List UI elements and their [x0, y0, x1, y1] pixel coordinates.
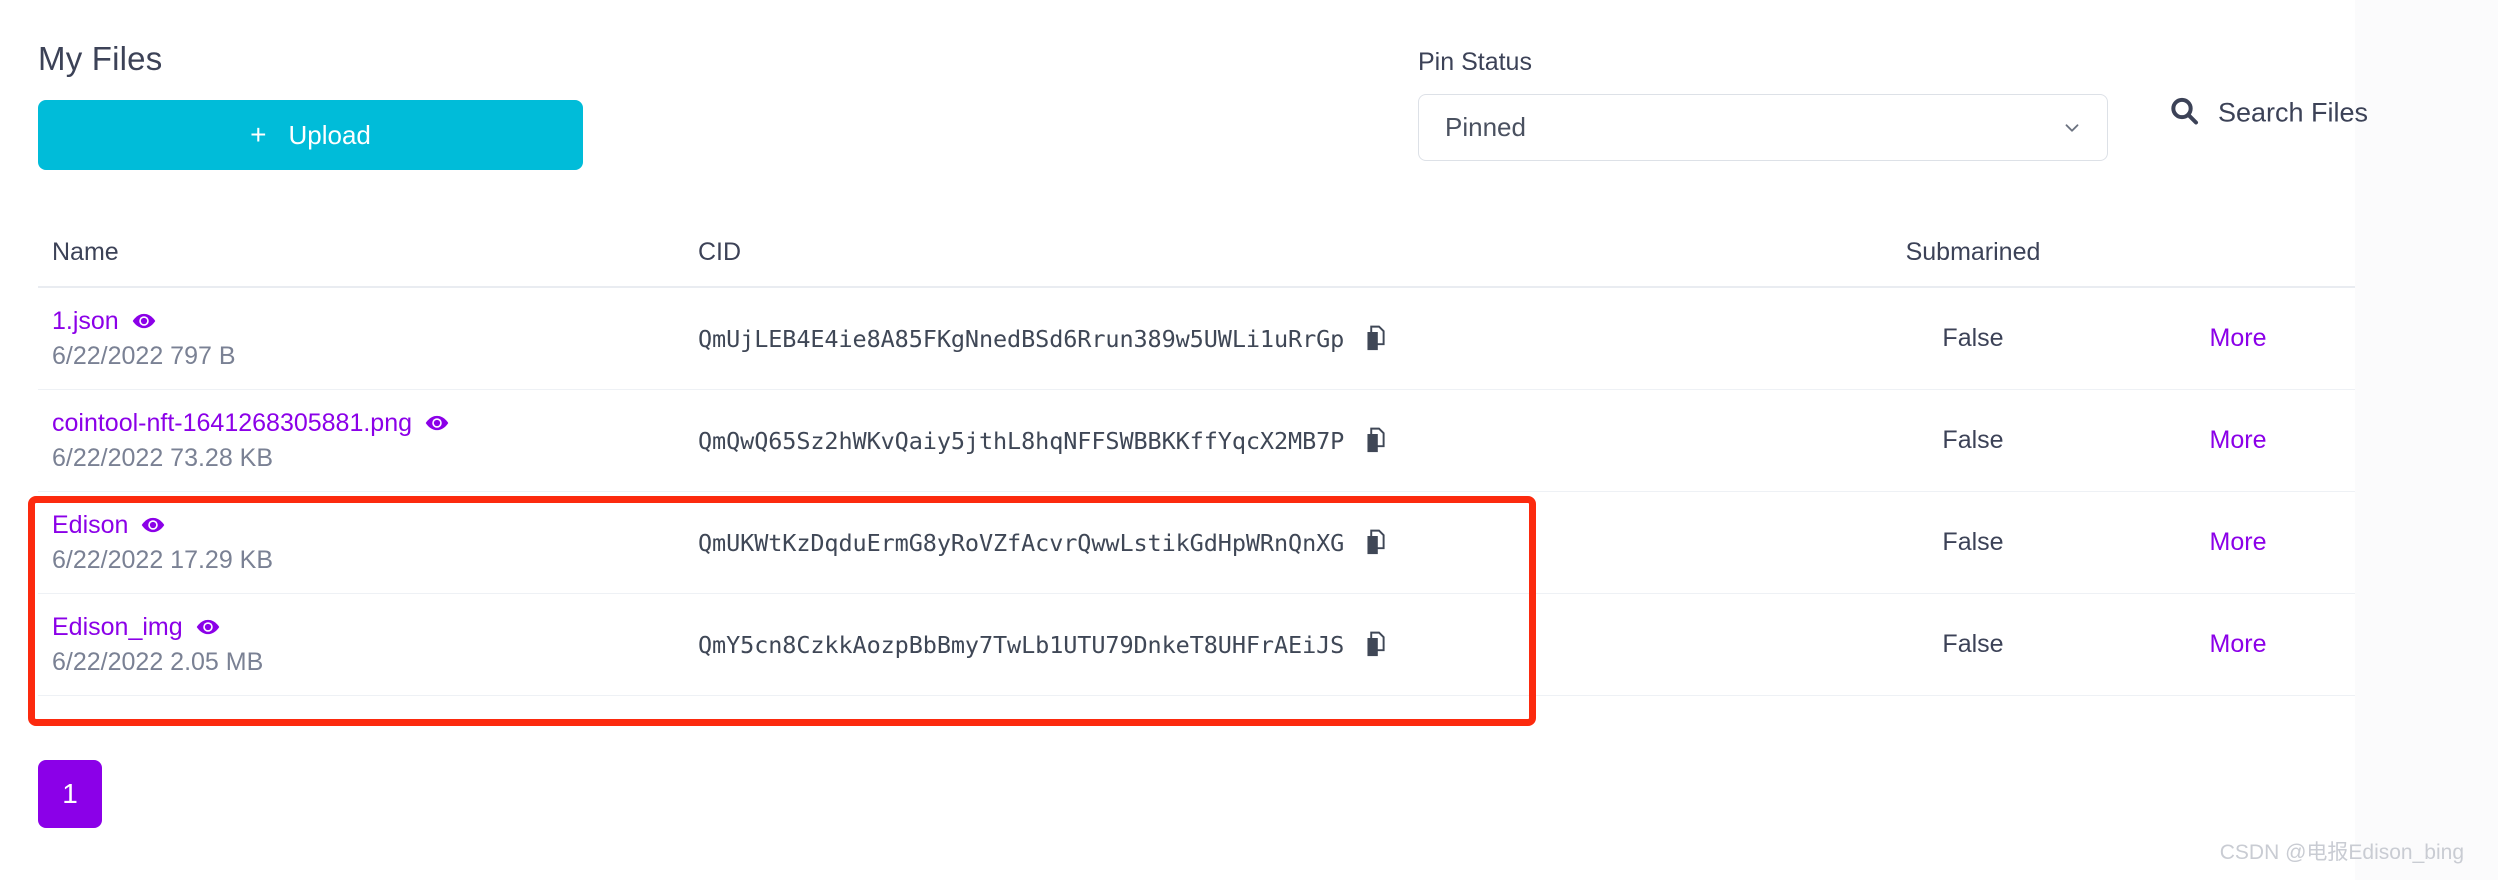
chevron-down-icon	[2061, 117, 2083, 139]
more-link[interactable]: More	[2210, 426, 2267, 454]
eye-icon[interactable]	[140, 512, 166, 538]
file-name-line: 1.json	[52, 307, 698, 336]
file-meta: 6/22/2022 17.29 KB	[52, 545, 274, 574]
upload-button-label: Upload	[288, 119, 371, 150]
pin-status-label: Pin Status	[1418, 48, 1532, 76]
cell-cid: QmY5cn8CzkkAozpBbBmy7TwLb1UTU79DnkeT8UHF…	[698, 631, 1808, 659]
watermark: CSDN @电报Edison_bing	[2219, 841, 2464, 864]
cell-submarined: False	[1942, 426, 2004, 454]
more-link[interactable]: More	[2210, 324, 2267, 352]
pagination: 1	[38, 760, 102, 828]
pin-status-select[interactable]: Pinned	[1418, 94, 2108, 161]
eye-icon[interactable]	[131, 308, 157, 334]
cell-submarined: False	[1942, 528, 2004, 556]
file-name-link[interactable]: 1.json	[52, 307, 119, 336]
file-name-link[interactable]: Edison	[52, 511, 128, 540]
file-meta: 6/22/2022 797 B	[52, 341, 236, 370]
column-header-cid: CID	[698, 237, 742, 266]
cell-cid: QmUjLEB4E4ie8A85FKgNnedBSd6Rrun389w5UWLi…	[698, 325, 1808, 353]
cell-name: 1.json 6/22/2022 797 B	[38, 307, 698, 371]
files-table: Name CID Submarined 1.json 6/22/2022 797…	[38, 218, 2355, 696]
pagination-page-1[interactable]: 1	[38, 760, 102, 828]
table-row: Edison_img 6/22/2022 2.05 MB QmY5cn8Czkk…	[38, 594, 2355, 696]
plus-icon: +	[250, 119, 267, 150]
copy-icon[interactable]	[1362, 427, 1388, 455]
file-name-link[interactable]: cointool-nft-1641268305881.png	[52, 409, 412, 438]
table-row: Edison 6/22/2022 17.29 KB QmUKWtKzDqduEr…	[38, 492, 2355, 594]
search-files-button[interactable]: Search Files	[2168, 95, 2368, 132]
cell-actions: More	[2138, 426, 2338, 455]
cell-name: cointool-nft-1641268305881.png 6/22/2022…	[38, 409, 698, 473]
files-toolbar: My Files + Upload Pin Status Pinned Sear…	[0, 0, 2368, 210]
column-header-submarined: Submarined	[1905, 237, 2041, 266]
copy-icon[interactable]	[1362, 325, 1388, 353]
cid-value: QmQwQ65Sz2hWKvQaiy5jthL8hqNFFSWBBKKffYqc…	[698, 426, 1345, 455]
cell-cid: QmUKWtKzDqduErmG8yRoVZfAcvrQwwLstikGdHpW…	[698, 529, 1808, 557]
pin-status-group: Pin Status Pinned	[1418, 48, 2108, 161]
cell-submarined: False	[1942, 324, 2004, 352]
cell-name: Edison 6/22/2022 17.29 KB	[38, 511, 698, 575]
file-name-line: Edison_img	[52, 613, 698, 642]
search-files-label: Search Files	[2218, 97, 2369, 128]
page-right-margin	[2355, 0, 2498, 880]
cell-actions: More	[2138, 324, 2338, 353]
page-title: My Files	[38, 40, 163, 77]
search-icon	[2168, 95, 2200, 132]
table-row: 1.json 6/22/2022 797 B QmUjLEB4E4ie8A85F…	[38, 288, 2355, 390]
more-link[interactable]: More	[2210, 528, 2267, 556]
more-link[interactable]: More	[2210, 630, 2267, 658]
cell-actions: More	[2138, 630, 2338, 659]
file-meta: 6/22/2022 73.28 KB	[52, 443, 274, 472]
cid-value: QmY5cn8CzkkAozpBbBmy7TwLb1UTU79DnkeT8UHF…	[698, 630, 1345, 659]
eye-icon[interactable]	[195, 614, 221, 640]
file-name-link[interactable]: Edison_img	[52, 613, 183, 642]
copy-icon[interactable]	[1362, 631, 1388, 659]
page-content: My Files + Upload Pin Status Pinned Sear…	[0, 0, 2368, 880]
cell-name: Edison_img 6/22/2022 2.05 MB	[38, 613, 698, 677]
cell-actions: More	[2138, 528, 2338, 557]
file-meta: 6/22/2022 2.05 MB	[52, 647, 264, 676]
eye-icon[interactable]	[424, 410, 450, 436]
column-header-name: Name	[52, 237, 119, 266]
file-name-line: Edison	[52, 511, 698, 540]
upload-button[interactable]: + Upload	[38, 100, 583, 170]
cid-value: QmUjLEB4E4ie8A85FKgNnedBSd6Rrun389w5UWLi…	[698, 324, 1345, 353]
cell-submarined: False	[1942, 630, 2004, 658]
table-header-row: Name CID Submarined	[38, 218, 2355, 288]
pin-status-value: Pinned	[1445, 112, 1526, 142]
table-row: cointool-nft-1641268305881.png 6/22/2022…	[38, 390, 2355, 492]
file-name-line: cointool-nft-1641268305881.png	[52, 409, 698, 438]
pinata-files-page: My Files + Upload Pin Status Pinned Sear…	[0, 0, 2498, 880]
copy-icon[interactable]	[1362, 529, 1388, 557]
cid-value: QmUKWtKzDqduErmG8yRoVZfAcvrQwwLstikGdHpW…	[698, 528, 1345, 557]
cell-cid: QmQwQ65Sz2hWKvQaiy5jthL8hqNFFSWBBKKffYqc…	[698, 427, 1808, 455]
